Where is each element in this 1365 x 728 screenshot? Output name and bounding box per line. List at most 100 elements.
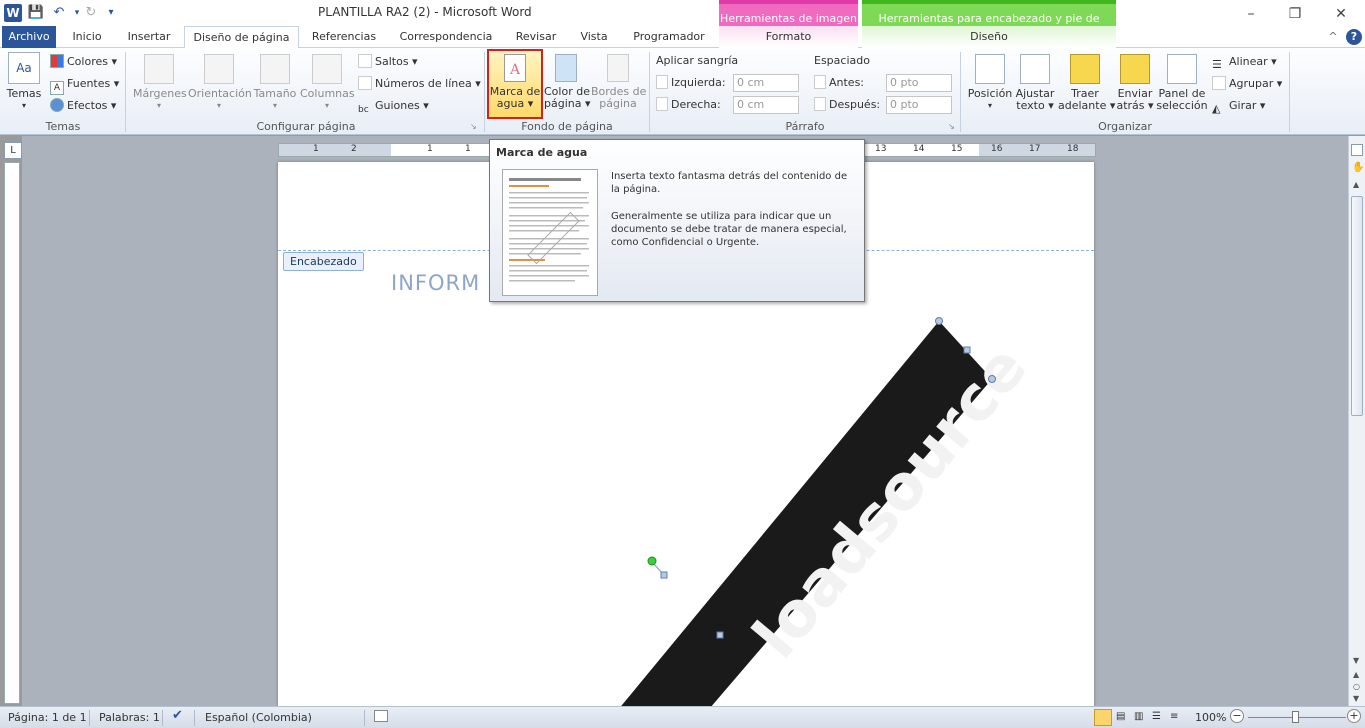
align-label: Alinear bbox=[1229, 55, 1268, 68]
vertical-ruler[interactable] bbox=[4, 162, 20, 704]
view-outline-icon[interactable]: ☰ bbox=[1152, 711, 1161, 722]
effects-icon bbox=[50, 98, 64, 112]
macro-recording-icon[interactable] bbox=[374, 710, 388, 722]
undo-icon[interactable]: ↶ bbox=[50, 4, 68, 22]
paragraph-launcher-icon[interactable]: ↘ bbox=[948, 122, 955, 131]
status-words[interactable]: Palabras: 1 bbox=[99, 711, 160, 724]
tab-home[interactable]: Inicio bbox=[66, 26, 108, 48]
spacing-before-spinner[interactable]: 0 pto bbox=[886, 74, 952, 92]
align-icon: ☰ bbox=[1212, 58, 1222, 71]
view-draft-icon[interactable]: ≡ bbox=[1170, 711, 1178, 722]
hand-tool-icon[interactable]: ✋ bbox=[1352, 162, 1364, 173]
align-button[interactable]: ☰ Alinear ▾ bbox=[1212, 53, 1277, 71]
scroll-up-icon[interactable]: ▲ bbox=[1353, 180, 1359, 189]
bring-forward-button[interactable]: Traer adelante ▾ bbox=[1058, 54, 1115, 112]
colors-button[interactable]: Colores ▾ bbox=[50, 53, 117, 71]
size-button[interactable]: Tamaño ▾ bbox=[253, 54, 297, 112]
breaks-button[interactable]: Saltos ▾ bbox=[358, 53, 418, 71]
indent-left-spinner[interactable]: 0 cm bbox=[733, 74, 799, 92]
zoom-out-button[interactable]: − bbox=[1230, 709, 1244, 723]
resize-handle[interactable] bbox=[716, 631, 724, 639]
customize-quick-access-icon[interactable]: ▾ bbox=[102, 4, 120, 22]
view-full-screen-icon[interactable]: ▤ bbox=[1116, 711, 1125, 722]
word-app-icon[interactable]: W bbox=[4, 4, 22, 22]
margins-button[interactable]: Márgenes ▾ bbox=[133, 54, 187, 112]
browse-object-icon[interactable]: ○ bbox=[1353, 682, 1360, 691]
separator bbox=[162, 710, 163, 726]
scroll-down-icon[interactable]: ▼ bbox=[1353, 656, 1359, 665]
minimize-button[interactable]: – bbox=[1236, 4, 1266, 24]
watermark-tooltip: Marca de agua Inserta texto fantasma det… bbox=[489, 139, 865, 302]
send-backward-button[interactable]: Enviar atrás ▾ bbox=[1114, 54, 1156, 112]
status-page[interactable]: Página: 1 de 1 bbox=[8, 711, 87, 724]
indent-right-icon bbox=[656, 97, 668, 111]
effects-label: Efectos bbox=[67, 99, 108, 112]
rotate-icon: ◭ bbox=[1212, 102, 1221, 115]
redo-icon[interactable]: ↻ bbox=[82, 4, 100, 22]
hyphenation-button[interactable]: bc Guiones ▾ bbox=[358, 97, 429, 115]
size-label: Tamaño bbox=[253, 87, 297, 100]
spacing-header: Espaciado bbox=[814, 54, 870, 67]
orientation-button[interactable]: Orientación ▾ bbox=[188, 54, 252, 112]
columns-button[interactable]: Columnas ▾ bbox=[300, 54, 355, 112]
zoom-level[interactable]: 100% bbox=[1195, 711, 1226, 724]
effects-button[interactable]: Efectos ▾ bbox=[50, 97, 116, 115]
columns-icon bbox=[312, 54, 342, 84]
tab-references[interactable]: Referencias bbox=[308, 26, 380, 48]
restore-button[interactable]: ❐ bbox=[1280, 4, 1310, 24]
tab-insert[interactable]: Insertar bbox=[122, 26, 176, 48]
page-color-button[interactable]: Color de página ▾ bbox=[544, 54, 591, 110]
tab-review[interactable]: Revisar bbox=[510, 26, 562, 48]
tab-mailings[interactable]: Correspondencia bbox=[394, 26, 498, 48]
tab-file[interactable]: Archivo bbox=[2, 26, 56, 48]
tab-page-layout[interactable]: Diseño de página bbox=[184, 26, 299, 49]
indent-right-spinner[interactable]: 0 cm bbox=[733, 96, 799, 114]
save-icon[interactable]: 💾 bbox=[27, 4, 45, 22]
orientation-label: Orientación bbox=[188, 87, 252, 100]
themes-button[interactable]: Aa Temas ▾ bbox=[4, 52, 44, 112]
close-button[interactable]: ✕ bbox=[1326, 4, 1356, 24]
tab-format[interactable]: Formato bbox=[719, 26, 858, 48]
spacing-after-text: Después: bbox=[829, 98, 881, 111]
resize-handle[interactable] bbox=[935, 317, 943, 325]
size-icon bbox=[260, 54, 290, 84]
wrap-text-button[interactable]: Ajustar texto ▾ bbox=[1014, 54, 1056, 112]
spacing-after-spinner[interactable]: 0 pto bbox=[886, 96, 952, 114]
scroll-thumb[interactable] bbox=[1351, 196, 1363, 416]
resize-handle[interactable] bbox=[660, 571, 668, 579]
status-language[interactable]: Español (Colombia) bbox=[205, 711, 312, 724]
rotate-button[interactable]: ◭ Girar ▾ bbox=[1212, 97, 1265, 115]
page-borders-button[interactable]: Bordes de página bbox=[591, 54, 646, 110]
themes-label: Temas bbox=[6, 87, 42, 100]
resize-handle[interactable] bbox=[963, 346, 971, 354]
fonts-button[interactable]: A Fuentes ▾ bbox=[50, 75, 119, 95]
collapse-ribbon-icon[interactable]: ^ bbox=[1326, 26, 1340, 48]
tab-design[interactable]: Diseño bbox=[862, 26, 1116, 48]
help-icon[interactable]: ? bbox=[1346, 29, 1362, 45]
tab-view[interactable]: Vista bbox=[574, 26, 614, 48]
zoom-slider-thumb[interactable] bbox=[1292, 711, 1299, 723]
line-numbers-button[interactable]: Números de línea ▾ bbox=[358, 75, 481, 93]
position-button[interactable]: Posición ▾ bbox=[966, 54, 1014, 112]
line-numbers-label: Números de línea bbox=[375, 77, 472, 90]
group-label-arrange: Organizar bbox=[1098, 120, 1152, 133]
selection-pane-button[interactable]: Panel de selección bbox=[1156, 54, 1208, 112]
view-print-layout-icon[interactable] bbox=[1094, 709, 1112, 726]
resize-handle[interactable] bbox=[988, 375, 996, 383]
hyphenation-label: Guiones bbox=[375, 99, 420, 112]
view-ruler-icon[interactable] bbox=[1351, 144, 1363, 156]
next-page-icon[interactable]: ▼ bbox=[1353, 694, 1359, 703]
page-setup-launcher-icon[interactable]: ↘ bbox=[470, 122, 477, 131]
previous-page-icon[interactable]: ▲ bbox=[1353, 670, 1359, 679]
tab-selector[interactable]: L bbox=[4, 142, 22, 159]
vertical-scrollbar[interactable]: ✋ ▲ ▼ ▲ ○ ▼ bbox=[1348, 136, 1365, 706]
ribbon: Aa Temas ▾ Colores ▾ A Fuentes ▾ Efectos … bbox=[0, 48, 1365, 135]
rotate-handle[interactable] bbox=[647, 556, 657, 566]
group-objects-button[interactable]: Agrupar ▾ bbox=[1212, 75, 1282, 93]
ruler-tick: 16 bbox=[991, 144, 1003, 154]
zoom-in-button[interactable]: + bbox=[1347, 709, 1361, 723]
proofing-icon[interactable]: ✔ bbox=[172, 708, 183, 723]
view-web-layout-icon[interactable]: ▥ bbox=[1134, 711, 1143, 722]
watermark-button[interactable]: A Marca de agua ▾ bbox=[487, 49, 543, 119]
tab-developer[interactable]: Programador bbox=[628, 26, 710, 48]
